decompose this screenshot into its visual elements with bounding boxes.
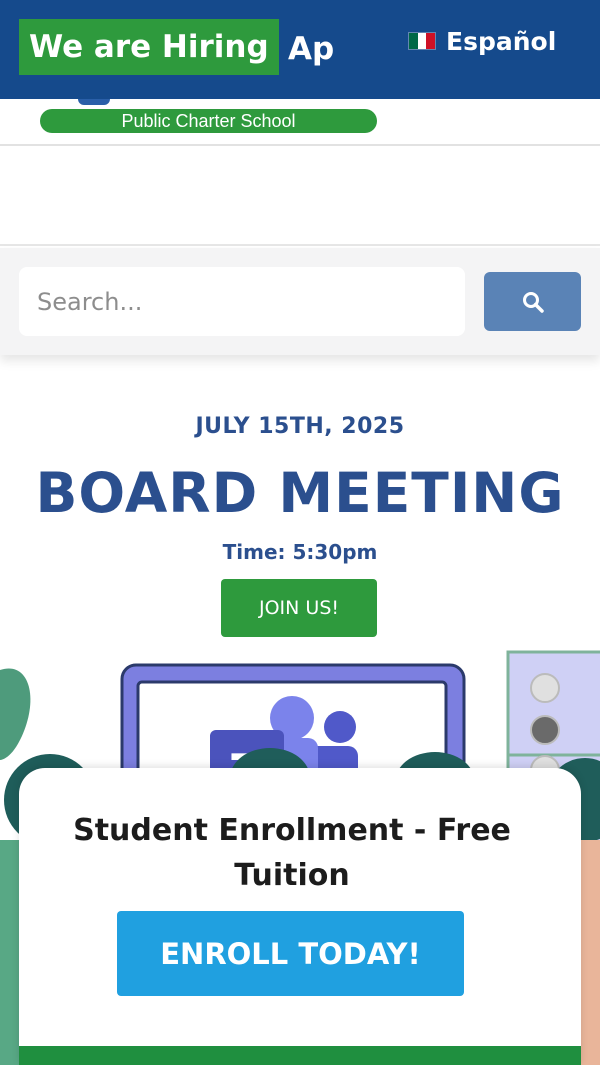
- search-input[interactable]: [19, 267, 465, 336]
- popup-bottom-bar: [19, 1046, 581, 1065]
- join-us-button[interactable]: JOIN US!: [221, 579, 377, 637]
- search-bar: [0, 248, 600, 355]
- logo-mark: [78, 99, 110, 105]
- logo-subtitle: Public Charter School: [40, 109, 377, 133]
- top-announcement-bar: We are Hiring Ap Español: [0, 0, 600, 99]
- navigation-area: [0, 147, 600, 246]
- mexico-flag-icon: [408, 32, 436, 50]
- enroll-today-button[interactable]: ENROLL TODAY!: [117, 911, 464, 996]
- language-switcher[interactable]: Español: [408, 22, 556, 60]
- event-title: BOARD MEETING: [35, 461, 565, 525]
- event-time: Time: 5:30pm: [222, 540, 378, 564]
- event-date: JULY 15TH, 2025: [195, 414, 405, 439]
- search-icon: [522, 291, 544, 313]
- language-label: Español: [446, 26, 557, 56]
- enrollment-popup: Student Enrollment - Free Tuition ENROLL…: [19, 768, 581, 1065]
- search-button[interactable]: [484, 272, 581, 331]
- site-logo[interactable]: Public Charter School: [0, 99, 600, 146]
- announcement-scroll-text[interactable]: Ap: [288, 19, 334, 75]
- popup-title: Student Enrollment - Free Tuition: [73, 813, 511, 893]
- hiring-banner-link[interactable]: We are Hiring: [19, 19, 279, 75]
